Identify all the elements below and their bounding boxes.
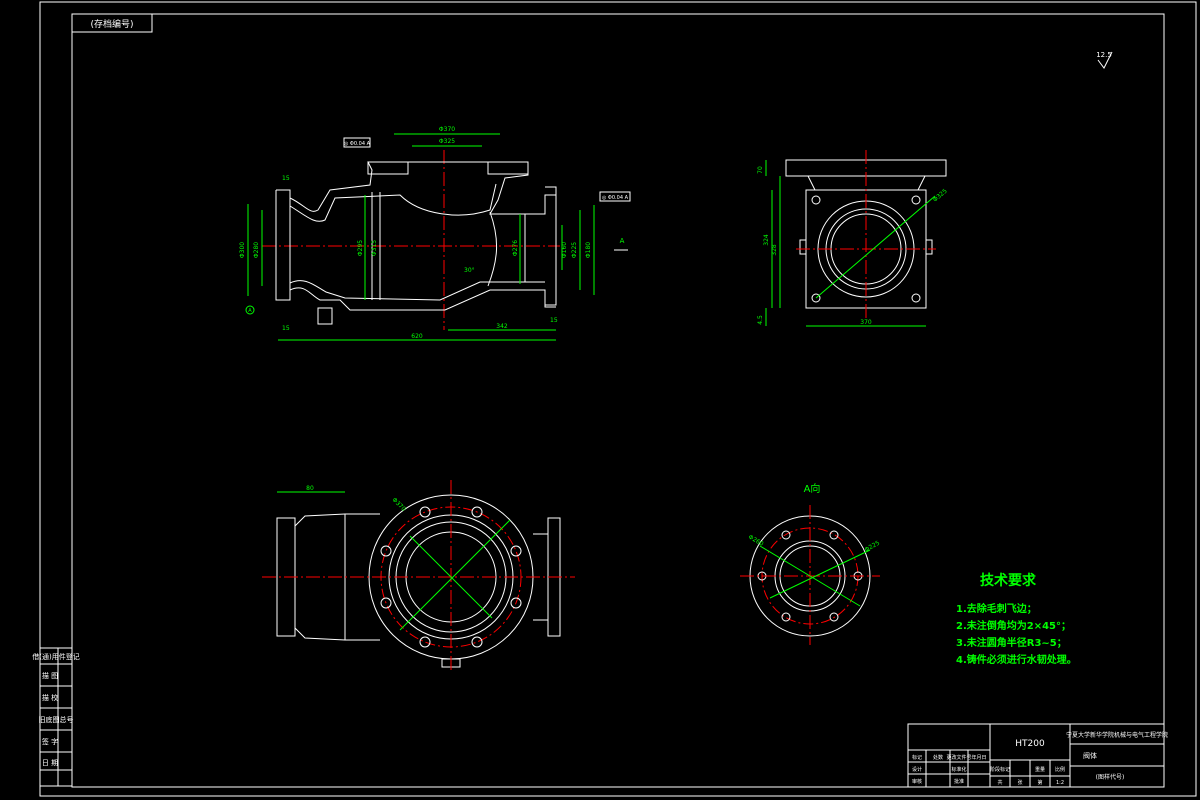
section-arrow-label: A [620,237,625,245]
dim-pipe-main: Φ295 [357,240,364,256]
dim-right-phi2: Φ180 [585,242,592,258]
dim-bottom-len: 15 [282,325,290,332]
dim-pipe-inner: Φ315 [371,240,378,256]
strip-label-5: 日 期 [42,759,58,767]
title-role-design: 设计 [912,766,922,773]
dim-right-flange: 15 [550,317,558,324]
dim-av-diag2: Φ225 [864,539,882,553]
tech-item-4: 4.铸件必须进行水韧处理。 [956,653,1077,666]
dim-flange-outer: Φ370 [439,126,455,133]
title-row-label-1: 处数 [933,754,943,761]
title-stage-1: 重量 [1035,766,1045,773]
inner-frame [71,13,1165,788]
datum-a: A [248,308,252,314]
title-scale: 1:2 [1056,780,1064,786]
tol-box-2: ◎ Φ0.04 A [602,195,629,201]
strip-label-4: 签 字 [42,737,58,746]
main-section-view: Φ370 Φ325 620 342 15 15 15 Φ300 Φ280 Φ29… [239,126,631,341]
dim-right-phi: Φ225 [571,242,578,258]
tech-item-2: 2.未注倒角均为2×45°； [956,619,1071,632]
title-sheet-1: 张 [1017,779,1022,786]
dim-right-length: 342 [496,323,508,330]
title-sheet-0: 共 [997,779,1002,786]
tech-item-3: 3.未注圆角半径R3~5； [956,636,1067,649]
drawing-canvas: (存档编号) 12.5 借(通)用件登记 描 图 描 校 旧底图总号 签 字 日… [32,1,1197,797]
title-school: 宁夏大学新华学院机械与电气工程学院 [1066,731,1168,739]
a-view-label: A向 [804,482,821,495]
title-part-name: 阀体 [1083,751,1097,760]
title-stage-0: 阶段标记 [990,766,1010,773]
dim-side-width: 370 [860,319,872,326]
dim-av-diag1: Φ260 [747,534,765,548]
title-row-label-5: 年月日 [971,754,986,761]
dim-pipe-side: Φ276 [512,240,519,256]
dim-total-length: 620 [411,333,423,340]
title-material: HT200 [1015,739,1045,749]
tech-title: 技术要求 [980,572,1037,589]
title-role-review: 审核 [912,778,922,785]
dim-side-height: 324 [763,234,770,246]
tol-box-1: ◎ Φ0.04 A [344,141,371,147]
title-row-label-0: 标记 [912,754,922,761]
strip-label-2: 描 校 [42,693,58,702]
dim-top-height: 70 [757,166,764,174]
a-direction-view: A向 Φ260 Φ225 [740,482,881,645]
dim-side-diag: Φ325 [932,188,949,204]
title-drawing-no: (图样代号) [1096,773,1125,781]
roughness-icon: 12.5 [1096,51,1113,69]
dim-side-small: 4.5 [757,315,764,325]
title-standardize: 标准化 [951,766,966,773]
side-view: 70 324 328 370 4.5 Φ325 [757,150,949,327]
dim-left-flange: 15 [282,175,290,182]
strip-label-0: 借(通)用件登记 [32,652,79,661]
title-stage-2: 比例 [1055,766,1065,773]
tech-item-1: 1.去除毛刺飞边； [956,602,1037,615]
dim-front-diag: Φ370 [391,496,408,513]
strip-label-1: 描 图 [42,671,58,680]
dim-flange-bolt: Φ325 [439,138,455,145]
title-sheet-2: 第 [1037,779,1042,786]
dim-angle: 30° [464,267,475,274]
archive-tag: (存档编号) [90,18,133,30]
dim-right-phi3: Φ160 [561,242,568,258]
plan-view: 80 Φ370 [262,480,575,670]
title-row-label-3: 更改文件号 [946,754,971,761]
dim-front-len: 80 [306,485,314,492]
dim-left-phi2: Φ280 [253,242,260,258]
strip-label-3: 旧底图总号 [39,715,74,724]
tech-requirements: 技术要求 1.去除毛刺飞边； 2.未注倒角均为2×45°； 3.未注圆角半径R3… [956,572,1077,666]
dim-left-phi: Φ300 [239,242,246,258]
dim-side-inner: 328 [771,244,778,256]
outer-frame [39,1,1197,797]
left-strip: 借(通)用件登记 描 图 描 校 旧底图总号 签 字 日 期 [32,647,80,787]
title-approve: 批准 [954,778,964,785]
